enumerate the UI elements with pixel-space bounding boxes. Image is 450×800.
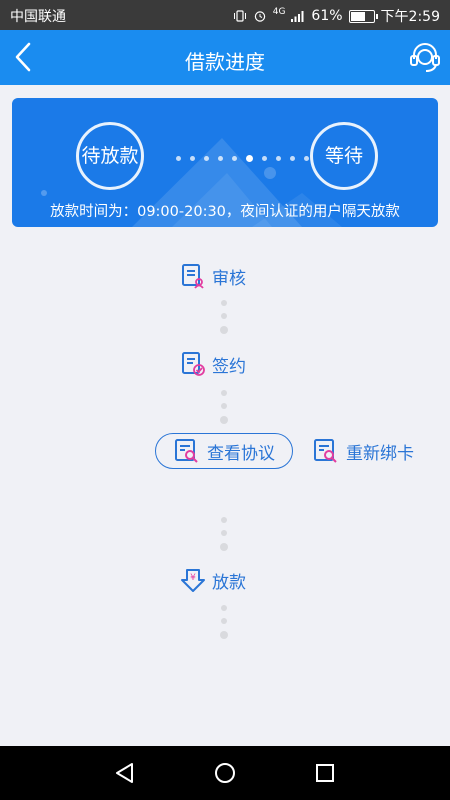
home-circle-icon[interactable] — [212, 760, 238, 786]
rebind-card-label: 重新绑卡 — [346, 443, 414, 464]
rebind-card-button[interactable]: 重新绑卡 — [312, 438, 414, 464]
step-sign-label: 签约 — [212, 356, 246, 377]
money-download-icon: ¥ — [181, 569, 205, 592]
connector-dots-4 — [220, 605, 228, 639]
progress-dots — [176, 155, 309, 162]
svg-text:¥: ¥ — [190, 573, 196, 583]
disbursement-time-note: 放款时间为：09:00-20:30，夜间认证的用户隔天放款 — [50, 204, 400, 220]
step-disburse: ¥ 放款 — [180, 567, 246, 593]
system-nav-bar — [0, 746, 450, 800]
status-icons: 4G 61% 下午2:59 — [233, 6, 440, 26]
view-agreement-label: 查看协议 — [207, 443, 275, 464]
step-review: 审核 — [180, 263, 246, 289]
step-sign: 签约 — [180, 351, 246, 377]
document-search-icon — [175, 439, 198, 463]
progress-card: 待放款 等待 放款时间为：09:00-20:30，夜间认证的用户隔天放款 — [12, 98, 438, 227]
status-circle-pending: 待放款 — [76, 122, 144, 190]
page-title: 借款进度 — [185, 50, 265, 74]
clock-label: 下午2:59 — [380, 9, 440, 25]
connector-dots-3 — [220, 517, 228, 551]
battery-icon — [348, 9, 378, 23]
carrier-label: 中国联通 — [10, 9, 66, 25]
app-header: 借款进度 — [0, 30, 450, 85]
status-bar: 中国联通 4G 61% 下午2:59 — [0, 0, 450, 30]
document-review-icon — [182, 264, 204, 289]
battery-percent: 61% — [311, 8, 343, 24]
signal-icon — [291, 11, 304, 22]
headset-icon[interactable] — [408, 40, 442, 74]
vibrate-icon — [233, 10, 246, 22]
step-disburse-label: 放款 — [212, 572, 246, 593]
connector-dots-2 — [220, 390, 228, 424]
recents-square-icon[interactable] — [312, 760, 338, 786]
status-circle-waiting: 等待 — [310, 122, 378, 190]
step-review-label: 审核 — [212, 268, 246, 289]
network-type-label: 4G — [272, 7, 286, 17]
document-search-icon — [314, 439, 337, 463]
connector-dots-1 — [220, 300, 228, 334]
alarm-icon — [254, 11, 265, 22]
view-agreement-button[interactable]: 查看协议 — [155, 433, 293, 469]
back-triangle-icon[interactable] — [112, 760, 138, 786]
document-sign-icon — [182, 352, 205, 376]
